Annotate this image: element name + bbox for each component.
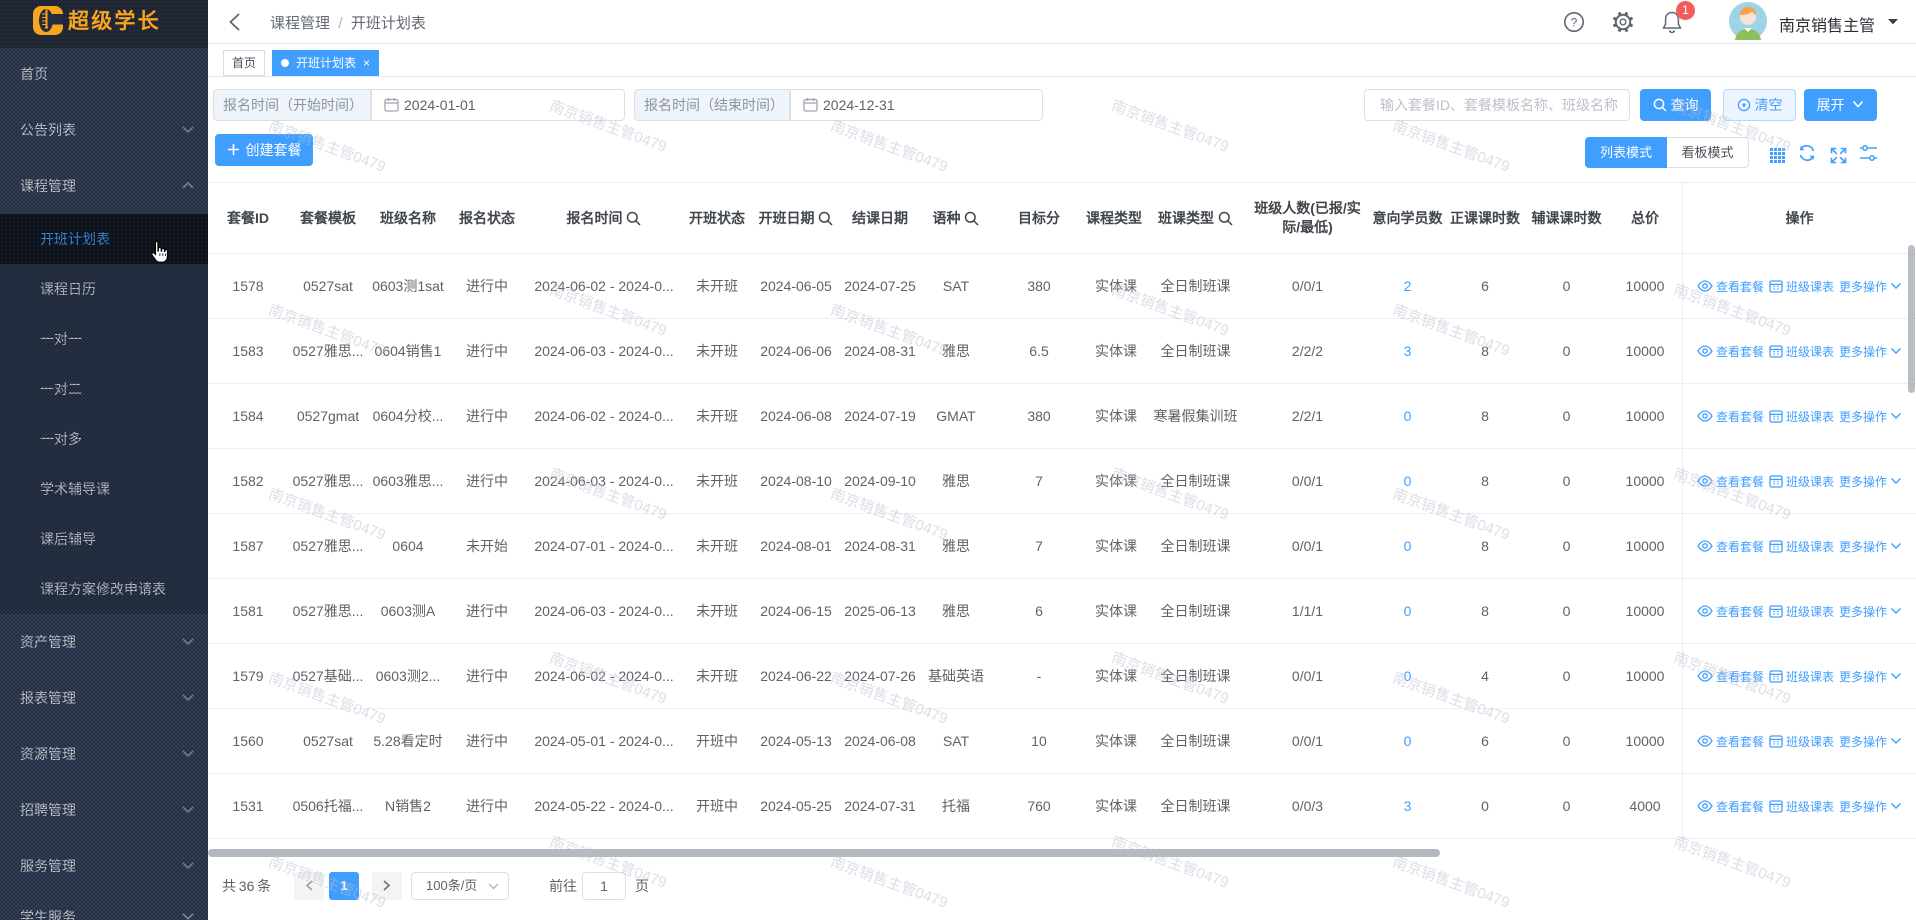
svg-text:?: ? [1571, 16, 1578, 30]
svg-text:超级学长: 超级学长 [68, 9, 161, 33]
